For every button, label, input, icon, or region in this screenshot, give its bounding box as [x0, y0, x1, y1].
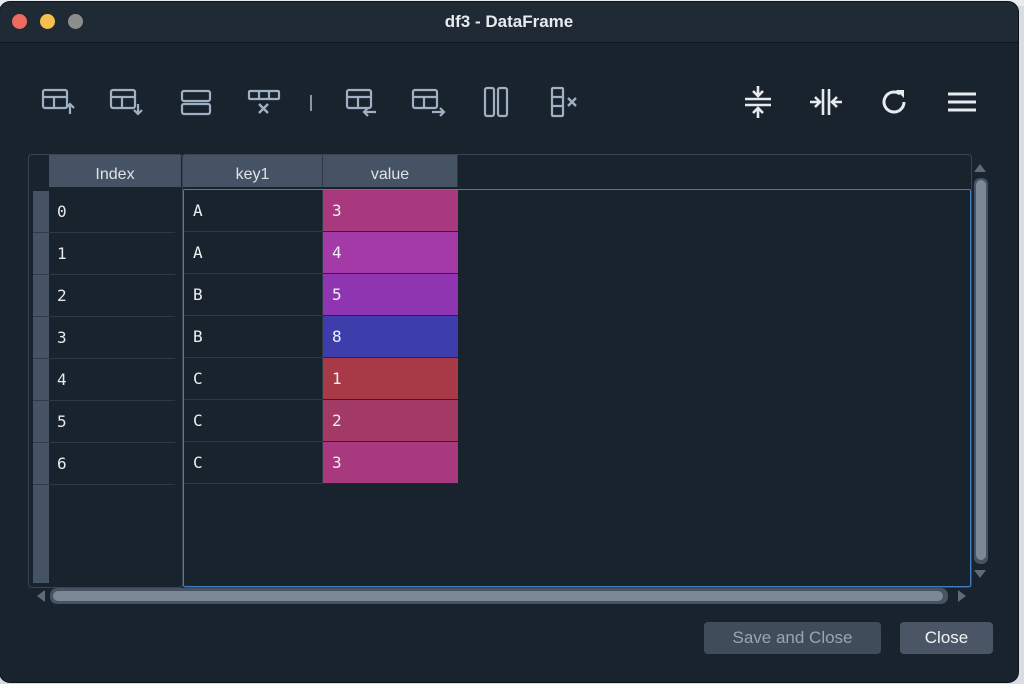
- insert-row-above-icon: [41, 88, 75, 114]
- dataframe-editor-window: df3 - DataFrame Index 0 1 2 3 4 5 6 key1…: [0, 2, 1018, 682]
- resize-rows-button[interactable]: [736, 80, 780, 124]
- scroll-left-arrow-icon[interactable]: [37, 590, 45, 602]
- resize-rows-icon: [745, 86, 771, 118]
- menu-icon: [948, 92, 976, 112]
- key1-cell[interactable]: B: [184, 316, 323, 358]
- remove-row-icon: [247, 89, 281, 114]
- key1-cell[interactable]: C: [184, 400, 323, 442]
- row-header-gutter[interactable]: [33, 233, 49, 275]
- window-title: df3 - DataFrame: [444, 12, 574, 31]
- scroll-right-arrow-icon[interactable]: [958, 590, 966, 602]
- insert-row-above-button[interactable]: [36, 80, 80, 124]
- index-cell[interactable]: 0: [49, 191, 175, 233]
- duplicate-row-icon: [180, 89, 212, 116]
- scroll-up-arrow-icon[interactable]: [974, 164, 986, 172]
- toolbar: [0, 80, 1018, 130]
- close-button[interactable]: Close: [900, 622, 993, 654]
- column-header-value[interactable]: value: [323, 155, 458, 187]
- index-cell[interactable]: 1: [49, 233, 175, 275]
- scroll-down-arrow-icon[interactable]: [974, 570, 986, 578]
- value-cell[interactable]: 3: [323, 442, 458, 484]
- value-cell[interactable]: 5: [323, 274, 458, 316]
- resize-columns-icon: [810, 89, 842, 115]
- refresh-icon: [882, 90, 906, 114]
- index-header[interactable]: Index: [49, 155, 181, 187]
- toolbar-separator: [310, 95, 312, 111]
- resize-columns-button[interactable]: [804, 80, 848, 124]
- data-grid[interactable]: A3A4B5B8C1C2C3: [183, 189, 971, 587]
- insert-row-below-icon: [109, 88, 143, 116]
- row-header-gutter[interactable]: [33, 359, 49, 401]
- value-cell[interactable]: 1: [323, 358, 458, 400]
- duplicate-column-button[interactable]: [474, 80, 518, 124]
- row-header-gutter[interactable]: [33, 317, 49, 359]
- save-and-close-button[interactable]: Save and Close: [704, 622, 881, 654]
- data-panel: key1 value A3A4B5B8C1C2C3: [182, 154, 972, 588]
- key1-cell[interactable]: B: [184, 274, 323, 316]
- value-cell[interactable]: 8: [323, 316, 458, 358]
- duplicate-column-icon: [483, 86, 509, 118]
- refresh-button[interactable]: [872, 80, 916, 124]
- index-cell[interactable]: 2: [49, 275, 175, 317]
- insert-column-left-icon: [345, 88, 376, 117]
- menu-button[interactable]: [940, 80, 984, 124]
- row-header-gutter[interactable]: [33, 275, 49, 317]
- row-header-gutter[interactable]: [33, 443, 49, 485]
- index-panel: Index 0123456: [28, 154, 183, 588]
- duplicate-row-button[interactable]: [174, 80, 218, 124]
- index-cell[interactable]: 5: [49, 401, 175, 443]
- remove-column-icon: [550, 86, 577, 118]
- value-cell[interactable]: 4: [323, 232, 458, 274]
- horizontal-scrollbar-thumb[interactable]: [53, 591, 943, 601]
- remove-column-button[interactable]: [542, 80, 586, 124]
- value-cell[interactable]: 3: [323, 190, 458, 232]
- insert-column-left-button[interactable]: [338, 80, 382, 124]
- key1-cell[interactable]: A: [184, 190, 323, 232]
- key1-cell[interactable]: A: [184, 232, 323, 274]
- insert-column-right-button[interactable]: [406, 80, 450, 124]
- row-header-gutter[interactable]: [33, 191, 49, 233]
- index-cell[interactable]: 3: [49, 317, 175, 359]
- value-cell[interactable]: 2: [323, 400, 458, 442]
- key1-cell[interactable]: C: [184, 358, 323, 400]
- index-cell[interactable]: 4: [49, 359, 175, 401]
- key1-cell[interactable]: C: [184, 442, 323, 484]
- row-header-gutter[interactable]: [33, 401, 49, 443]
- title-bar: df3 - DataFrame: [0, 2, 1018, 43]
- remove-row-button[interactable]: [242, 80, 286, 124]
- vertical-scrollbar-thumb[interactable]: [976, 180, 986, 560]
- column-header-key1[interactable]: key1: [183, 155, 323, 187]
- insert-column-right-icon: [411, 88, 446, 117]
- index-cell[interactable]: 6: [49, 443, 175, 485]
- insert-row-below-button[interactable]: [104, 80, 148, 124]
